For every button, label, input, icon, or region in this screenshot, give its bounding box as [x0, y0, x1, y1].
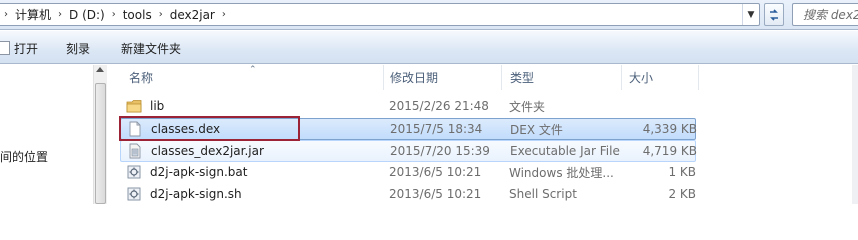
chevron-right-icon[interactable]: › [217, 9, 231, 20]
file-date: 2015/2/26 21:48 [389, 99, 489, 113]
command-bar: 打开 刻录 新建文件夹 [0, 31, 858, 64]
file-type: DEX 文件 [510, 122, 563, 137]
breadcrumb-tools[interactable]: tools [121, 8, 154, 22]
chevron-right-icon[interactable]: › [154, 9, 168, 20]
refresh-button[interactable] [764, 3, 784, 26]
nav-scrollbar-thumb[interactable] [95, 83, 106, 204]
chevron-right-icon[interactable]: › [0, 9, 13, 20]
column-divider[interactable] [501, 65, 502, 90]
file-size: 4,719 KB [642, 144, 697, 158]
search-input[interactable] [793, 4, 858, 25]
breadcrumb-computer[interactable]: 计算机 [13, 6, 53, 23]
chevron-right-icon[interactable]: › [107, 9, 121, 20]
open-icon [0, 41, 10, 55]
file-size: 1 KB [668, 165, 696, 179]
file-date: 2015/7/20 15:39 [390, 144, 490, 158]
new-folder-button[interactable]: 新建文件夹 [121, 39, 181, 57]
open-button[interactable]: 打开 [0, 39, 38, 57]
file-row-classes-dex2jar-jar[interactable]: classes_dex2jar.jar 2015/7/20 15:39 Exec… [120, 140, 697, 162]
column-header-size[interactable]: 大小 [629, 65, 689, 90]
file-type: 文件夹 [509, 99, 546, 114]
list-scrollbar[interactable] [852, 65, 858, 204]
file-name: lib [150, 99, 165, 113]
breadcrumb-dex2jar[interactable]: dex2jar [168, 8, 217, 22]
column-divider[interactable] [383, 65, 384, 90]
breadcrumb-drive-d[interactable]: D (D:) [67, 8, 107, 22]
column-header-row: ⌃ 名称 修改日期 类型 大小 [108, 65, 858, 90]
refresh-icon [770, 8, 778, 21]
file-row-d2j-apk-sign-sh[interactable]: d2j-apk-sign.sh 2013/6/5 10:21 Shell Scr… [120, 184, 696, 206]
chevron-right-icon[interactable]: › [53, 9, 67, 20]
column-divider[interactable] [698, 65, 699, 90]
batch-file-icon [127, 165, 141, 179]
file-type: Executable Jar File [510, 144, 620, 158]
file-type: Windows 批处理... [509, 165, 614, 180]
nav-scrollbar[interactable] [93, 65, 107, 204]
file-row-lib[interactable]: lib 2015/2/26 21:48 文件夹 [120, 96, 696, 118]
breadcrumb: › 计算机 › D (D:) › tools › dex2jar › [0, 4, 231, 25]
address-history-dropdown[interactable]: ▼ [742, 4, 759, 25]
address-bar[interactable]: › 计算机 › D (D:) › tools › dex2jar › ▼ [0, 3, 760, 26]
burn-label: 刻录 [66, 41, 91, 56]
column-header-name[interactable]: 名称 [129, 65, 379, 90]
new-folder-label: 新建文件夹 [121, 41, 182, 56]
folder-icon [126, 100, 142, 113]
chevron-down-icon: ▼ [747, 9, 755, 20]
file-size: 2 KB [668, 187, 696, 201]
column-header-type[interactable]: 类型 [510, 65, 620, 90]
jar-file-icon [129, 143, 141, 159]
file-type: Shell Script [509, 187, 577, 201]
open-label: 打开 [14, 41, 39, 56]
file-size: 4,339 KB [642, 122, 697, 136]
file-date: 2013/6/5 10:21 [389, 165, 482, 179]
navigation-pane: 间的位置 [0, 65, 107, 204]
highlight-annotation-box [119, 116, 300, 141]
nav-item-recent-places[interactable]: 间的位置 [0, 148, 48, 165]
file-name: classes_dex2jar.jar [151, 144, 264, 158]
script-file-icon [127, 187, 141, 201]
burn-button[interactable]: 刻录 [66, 39, 90, 57]
file-date: 2013/6/5 10:21 [389, 187, 482, 201]
file-name: d2j-apk-sign.sh [150, 187, 242, 201]
search-box[interactable] [792, 3, 858, 26]
address-bar-row: › 计算机 › D (D:) › tools › dex2jar › ▼ [0, 0, 858, 30]
column-header-date[interactable]: 修改日期 [390, 65, 505, 90]
scroll-up-arrow-icon[interactable] [96, 67, 104, 72]
file-name: d2j-apk-sign.bat [150, 165, 248, 179]
file-date: 2015/7/5 18:34 [390, 122, 483, 136]
column-divider[interactable] [621, 65, 622, 90]
file-size [620, 96, 696, 116]
file-row-d2j-apk-sign-bat[interactable]: d2j-apk-sign.bat 2013/6/5 10:21 Windows … [120, 162, 696, 184]
